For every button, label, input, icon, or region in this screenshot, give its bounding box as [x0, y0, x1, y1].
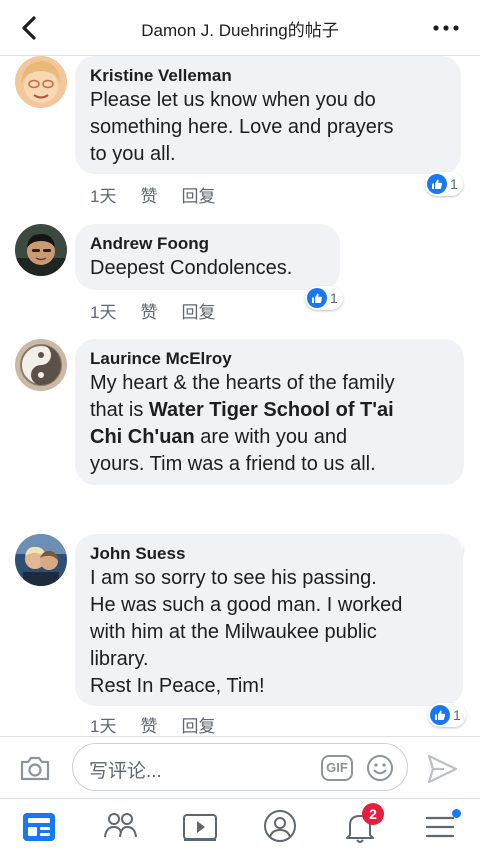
comment-time: 1天 [90, 717, 117, 736]
like-button[interactable]: 赞 [140, 187, 157, 206]
avatar[interactable] [15, 339, 67, 391]
emoji-button[interactable] [365, 753, 395, 783]
comment-input-placeholder: 写评论... [89, 761, 162, 782]
comment-text: I am so sorry to see his passing. He was… [90, 567, 403, 697]
reply-button[interactable]: 回复 [181, 303, 215, 322]
gif-button[interactable]: GIF [321, 755, 353, 781]
comment-author[interactable]: John Suess [90, 543, 448, 565]
reaction-count[interactable]: 1 [305, 286, 343, 310]
reaction-count[interactable]: 1 [428, 703, 466, 727]
comment-text: Please let us know when you do something… [90, 89, 394, 165]
chevron-left-icon [22, 16, 36, 40]
comment-bubble[interactable]: Laurince McElroy My heart & the hearts o… [75, 339, 464, 485]
top-bar: Damon J. Duehring的帖子 [0, 0, 480, 56]
like-button[interactable]: 赞 [140, 303, 157, 322]
comment-text: My heart & the hearts of the family that… [90, 370, 449, 478]
avatar[interactable] [15, 534, 67, 586]
comment-time: 1天 [90, 187, 117, 206]
avatar[interactable] [15, 56, 67, 108]
avatar[interactable] [15, 224, 67, 276]
comment-text: Deepest Condolences. [90, 257, 293, 279]
comment-author[interactable]: Laurince McElroy [90, 348, 449, 370]
friends-icon [104, 813, 137, 838]
tab-watch[interactable] [180, 807, 220, 845]
send-icon [427, 754, 458, 784]
more-icon [433, 25, 459, 31]
news-feed-icon [23, 813, 55, 841]
comment-author[interactable]: Andrew Foong [90, 233, 325, 255]
bottom-navigation: 2 [0, 798, 480, 853]
comments-list: Kristine Velleman Please let us know whe… [0, 56, 480, 736]
camera-icon [20, 756, 50, 781]
comment-actions: 1天 赞 回复 [90, 712, 239, 736]
reply-button[interactable]: 回复 [181, 187, 215, 206]
comment-bubble[interactable]: Andrew Foong Deepest Condolences. [75, 224, 340, 290]
smiley-icon [367, 755, 393, 781]
tab-news-feed[interactable] [20, 807, 60, 845]
more-options-button[interactable] [430, 12, 462, 44]
reaction-count-label: 1 [453, 707, 461, 723]
menu-indicator-dot [452, 809, 461, 818]
camera-button[interactable] [18, 751, 52, 785]
reaction-count-label: 1 [330, 290, 338, 306]
watch-icon [183, 814, 217, 841]
comment-bubble[interactable]: Kristine Velleman Please let us know whe… [75, 56, 461, 174]
comment-actions: 1天 赞 回复 [90, 182, 239, 207]
reaction-count-label: 1 [450, 176, 458, 192]
comment-composer: 写评论... GIF [0, 736, 480, 798]
tab-profile[interactable] [260, 807, 300, 845]
page-title: Damon J. Duehring的帖子 [141, 21, 339, 40]
like-reaction-icon [427, 174, 447, 194]
back-button[interactable] [14, 12, 46, 44]
tab-friends[interactable] [100, 807, 140, 845]
comment-time: 1天 [90, 303, 117, 322]
send-button[interactable] [424, 751, 460, 787]
reply-button[interactable]: 回复 [181, 717, 215, 736]
reaction-count[interactable]: 1 [425, 172, 463, 196]
comment-input[interactable]: 写评论... GIF [72, 743, 408, 791]
profile-icon [264, 810, 296, 842]
comment-bubble[interactable]: John Suess I am so sorry to see his pass… [75, 534, 463, 706]
comment-author[interactable]: Kristine Velleman [90, 65, 446, 87]
like-button[interactable]: 赞 [140, 717, 157, 736]
comment-actions: 1天 赞 回复 [90, 298, 239, 323]
like-reaction-icon [307, 288, 327, 308]
like-reaction-icon [430, 705, 450, 725]
notification-badge: 2 [362, 803, 384, 825]
